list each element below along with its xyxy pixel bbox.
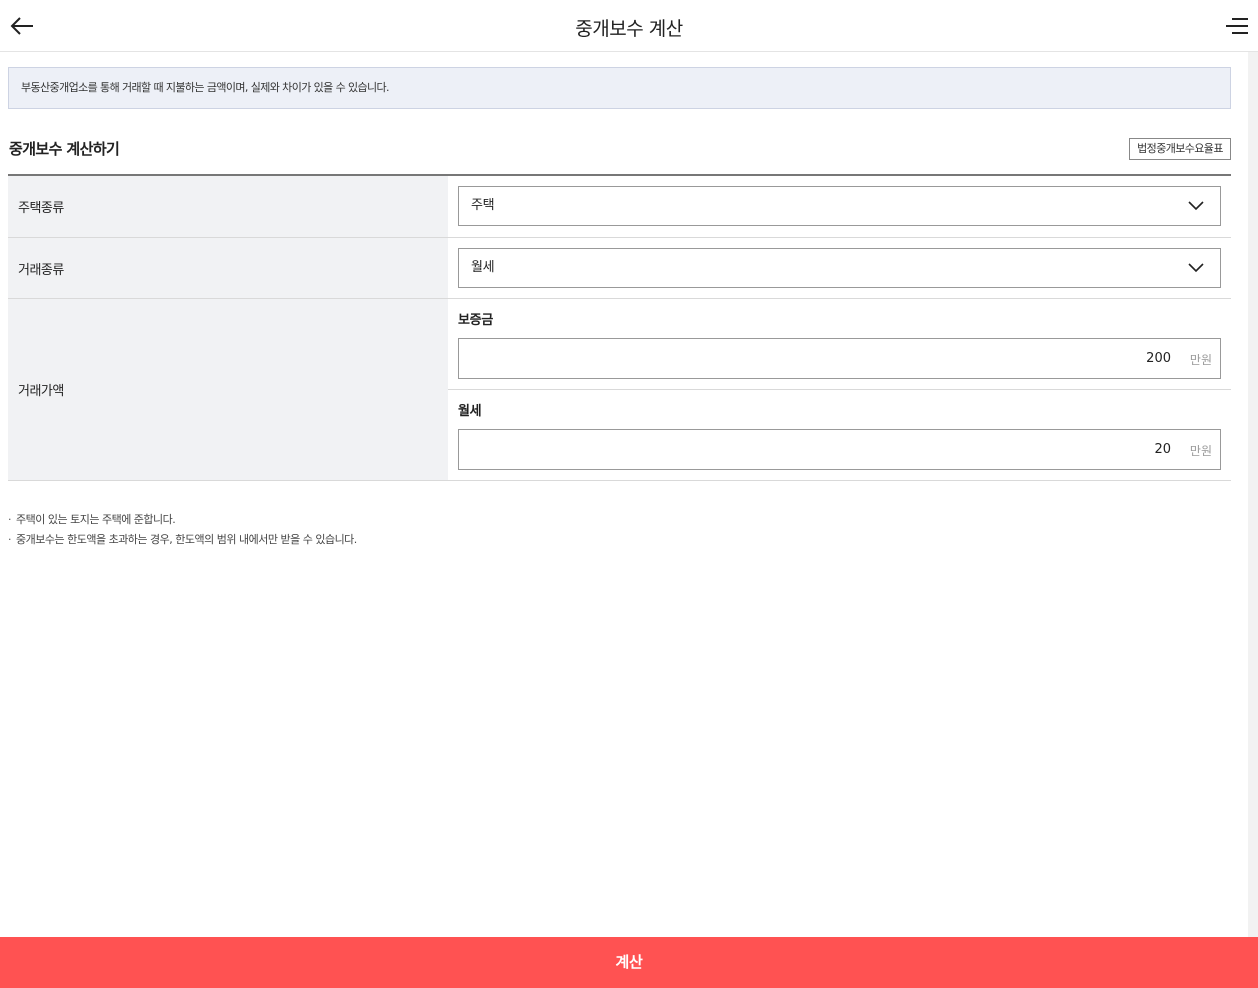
fee-rate-table-button[interactable]: 법정중개보수요율표 (1129, 138, 1231, 160)
monthly-rent-input-box: 만원 (458, 429, 1221, 470)
deposit-unit: 만원 (1189, 353, 1212, 367)
scrollbar[interactable] (1248, 52, 1258, 937)
amount-divider (448, 389, 1231, 390)
trade-type-select[interactable]: 월세 (458, 248, 1221, 288)
menu-icon (1226, 18, 1248, 34)
section-title: 중개보수 계산하기 (9, 140, 120, 158)
deposit-input[interactable] (459, 339, 1171, 378)
housing-type-select[interactable]: 주택 (458, 186, 1221, 226)
app-header: 중개보수 계산 (0, 0, 1258, 52)
monthly-rent-input[interactable] (459, 430, 1171, 469)
note-item: · 주택이 있는 토지는 주택에 준합니다. (8, 513, 176, 526)
housing-type-row: 주택종류 주택 (8, 176, 1231, 238)
trade-type-value: 월세 (471, 260, 495, 275)
trade-type-row: 거래종류 월세 (8, 238, 1231, 299)
menu-button[interactable] (1224, 14, 1250, 38)
deposit-input-box: 만원 (458, 338, 1221, 379)
calculate-button[interactable]: 계산 (0, 937, 1258, 988)
housing-type-value: 주택 (471, 198, 495, 213)
note-item: · 중개보수는 한도액을 초과하는 경우, 한도액의 범위 내에서만 받을 수 있… (8, 533, 357, 546)
chevron-down-icon (1188, 201, 1204, 211)
chevron-down-icon (1188, 263, 1204, 273)
monthly-rent-label: 월세 (458, 404, 482, 419)
trade-type-label: 거래종류 (8, 238, 448, 298)
trade-amount-row: 거래가액 보증금 만원 월세 만원 (8, 299, 1231, 481)
page-title: 중개보수 계산 (575, 18, 683, 40)
notes-list: · 주택이 있는 토지는 주택에 준합니다. · 중개보수는 한도액을 초과하는 경… (8, 511, 357, 551)
trade-amount-label: 거래가액 (8, 299, 448, 480)
calculator-form: 주택종류 주택 거래종류 월세 거래가액 보증금 200 만원 월세 20 만원 (8, 174, 1231, 481)
info-notice: 부동산중개업소를 통해 거래할 때 지불하는 금액이며, 실제와 차이가 있을 … (8, 67, 1231, 109)
monthly-rent-unit: 만원 (1189, 444, 1212, 458)
housing-type-label: 주택종류 (8, 176, 448, 237)
deposit-label: 보증금 (458, 313, 493, 328)
